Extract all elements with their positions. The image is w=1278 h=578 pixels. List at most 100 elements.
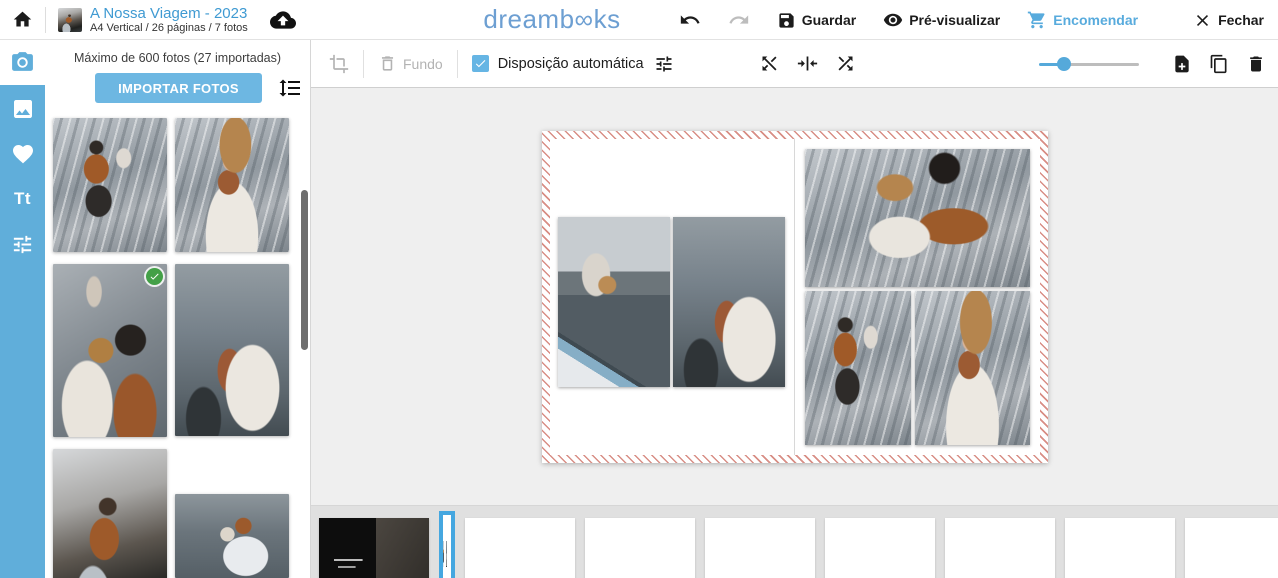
camera-icon	[10, 50, 35, 75]
line-spacing-icon	[278, 76, 302, 100]
close-label: Fechar	[1218, 12, 1264, 28]
zoom-slider[interactable]	[1039, 57, 1139, 71]
background-label: Fundo	[403, 56, 443, 72]
filmstrip-mini-right-page	[447, 515, 451, 578]
filmstrip-page-blank[interactable]	[825, 518, 935, 578]
photo-thumbnail[interactable]	[175, 264, 289, 436]
cloud-sync-status	[270, 7, 296, 33]
photo-thumbnail[interactable]	[175, 118, 289, 252]
check-icon	[149, 271, 160, 282]
left-rail-blue: Tt	[0, 85, 45, 578]
preview-eye-icon	[883, 10, 903, 30]
delete-icon	[1246, 54, 1266, 74]
page-filmstrip	[311, 505, 1278, 578]
add-page-icon	[1172, 54, 1192, 74]
filmstrip-page-blank[interactable]	[1065, 518, 1175, 578]
filmstrip-page-blank[interactable]	[705, 518, 815, 578]
home-icon	[12, 9, 33, 30]
book-spread[interactable]	[542, 131, 1048, 463]
editor-main: Fundo Disposição automática	[310, 40, 1278, 578]
redo-button[interactable]	[728, 9, 750, 31]
crop-button[interactable]	[329, 54, 349, 74]
photo-panel: Máximo de 600 fotos (27 importadas) IMPO…	[45, 40, 310, 578]
filmstrip-page-blank[interactable]	[945, 518, 1055, 578]
toolbar-divider	[363, 50, 364, 78]
header-actions: Guardar Pré-visualizar Encomendar Fechar	[679, 0, 1264, 40]
layout-shuffle-group	[759, 53, 856, 74]
header-divider	[45, 7, 46, 33]
save-icon	[777, 11, 796, 30]
page-photo[interactable]	[673, 217, 785, 387]
page-left[interactable]	[550, 139, 795, 455]
page-photo[interactable]	[805, 149, 1030, 287]
app-header: A Nossa Viagem - 2023 A4 Vertical / 26 p…	[0, 0, 1278, 40]
right-page-photo-row	[805, 291, 1030, 445]
sidebar-item-photos[interactable]	[0, 40, 45, 85]
filmstrip-page-blank[interactable]	[465, 518, 575, 578]
shuffle-icon	[835, 53, 856, 74]
mini-photo	[443, 541, 444, 567]
duplicate-page-button[interactable]	[1209, 54, 1229, 74]
project-thumbnail	[58, 8, 82, 32]
sidebar-item-text[interactable]: Tt	[11, 187, 35, 211]
trash-icon	[378, 54, 397, 73]
sidebar-item-favorites[interactable]	[11, 142, 35, 166]
order-label: Encomendar	[1053, 12, 1138, 28]
toolbar-divider	[457, 50, 458, 78]
editor-toolbar: Fundo Disposição automática	[311, 40, 1278, 87]
text-icon: Tt	[14, 189, 31, 209]
zoom-slider-thumb[interactable]	[1057, 57, 1071, 71]
page-photo[interactable]	[558, 217, 670, 387]
redo-icon	[728, 9, 750, 31]
background-button[interactable]: Fundo	[378, 54, 443, 73]
filmstrip-page-selected[interactable]	[439, 511, 455, 578]
photo-thumbnail[interactable]	[53, 264, 167, 437]
filmstrip-page-cover[interactable]	[319, 518, 429, 578]
photo-thumbnail[interactable]	[53, 449, 167, 578]
page-photo[interactable]	[915, 291, 1030, 445]
auto-layout-options-button[interactable]	[654, 54, 674, 74]
copy-icon	[1209, 54, 1229, 74]
thumbnail-column-right	[175, 118, 289, 578]
sidebar-item-layouts[interactable]	[11, 97, 35, 121]
save-label: Guardar	[802, 12, 856, 28]
page-right[interactable]	[795, 139, 1040, 455]
sidebar-item-settings[interactable]	[11, 232, 35, 256]
order-button[interactable]: Encomendar	[1027, 10, 1138, 30]
auto-layout-checkbox[interactable]	[472, 55, 489, 72]
filmstrip-page-blank[interactable]	[1185, 518, 1278, 578]
shuffle-icon	[759, 53, 780, 74]
shuffle-photos-button[interactable]	[759, 53, 780, 74]
auto-layout-label: Disposição automática	[498, 56, 644, 72]
add-page-button[interactable]	[1172, 54, 1192, 74]
photo-thumbnail[interactable]	[53, 118, 167, 252]
project-info: A Nossa Viagem - 2023 A4 Vertical / 26 p…	[90, 5, 248, 34]
close-button[interactable]: Fechar	[1193, 11, 1264, 30]
compress-layout-button[interactable]	[797, 53, 818, 74]
crop-icon	[329, 54, 349, 74]
sort-photos-button[interactable]	[278, 76, 302, 100]
image-icon	[11, 97, 35, 121]
page-photo[interactable]	[805, 291, 911, 445]
tune-icon	[654, 54, 674, 74]
shuffle-layout-button[interactable]	[835, 53, 856, 74]
zoom-slider-track	[1039, 63, 1139, 66]
delete-page-button[interactable]	[1246, 54, 1266, 74]
dreambooks-logo: dreamb∞ks	[472, 4, 632, 35]
save-button[interactable]: Guardar	[777, 11, 856, 30]
compress-icon	[797, 53, 818, 74]
panel-scrollbar[interactable]	[301, 190, 308, 350]
toolbar-right-group	[1039, 54, 1266, 74]
preview-button[interactable]: Pré-visualizar	[883, 10, 1000, 30]
undo-button[interactable]	[679, 9, 701, 31]
filmstrip-page-blank[interactable]	[585, 518, 695, 578]
photo-thumbnail[interactable]	[175, 494, 289, 578]
close-icon	[1193, 11, 1212, 30]
cloud-upload-icon	[270, 7, 296, 33]
thumbnail-column-left	[53, 118, 167, 578]
editor-canvas	[311, 87, 1278, 505]
import-photos-button[interactable]: IMPORTAR FOTOS	[95, 73, 262, 103]
cart-icon	[1027, 10, 1047, 30]
photo-used-badge	[146, 268, 163, 285]
home-button[interactable]	[12, 9, 33, 30]
